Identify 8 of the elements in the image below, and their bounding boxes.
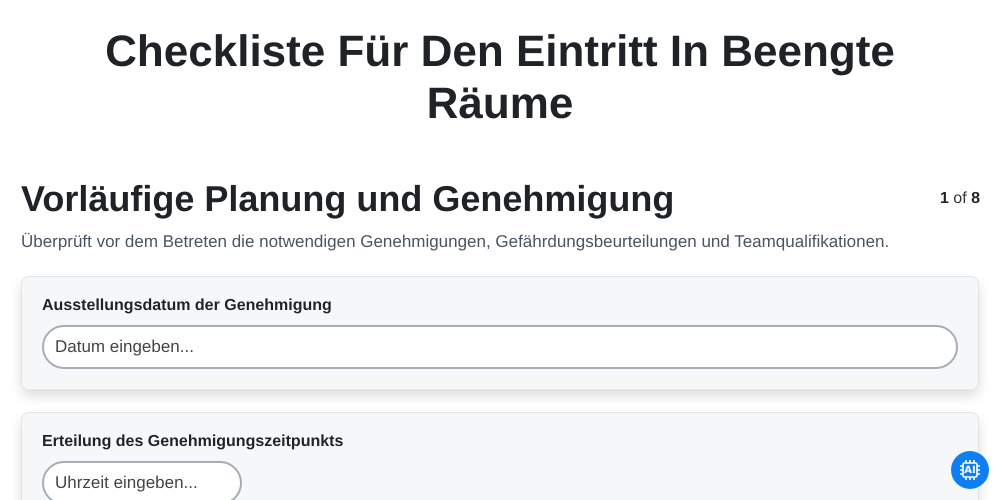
input-field[interactable]: Datum eingeben...	[42, 325, 958, 369]
question-label: Erteilung des Genehmigungszeitpunkts	[42, 433, 344, 451]
section-heading: Vorläufige Planung und Genehmigung	[21, 178, 674, 220]
page-counter: 1 of 8	[940, 190, 980, 208]
question-label: Ausstellungsdatum der Genehmigung	[42, 297, 333, 315]
page-title: Checkliste Für Den Eintritt In Beengte Räume	[104, 26, 896, 130]
input-field[interactable]: Uhrzeit eingeben...	[42, 461, 242, 500]
section-description: Überprüft vor dem Betreten die notwendigen Genehmigungen, Gefährdungsbeurteilungen und Teamqualifikationen.	[21, 232, 890, 252]
